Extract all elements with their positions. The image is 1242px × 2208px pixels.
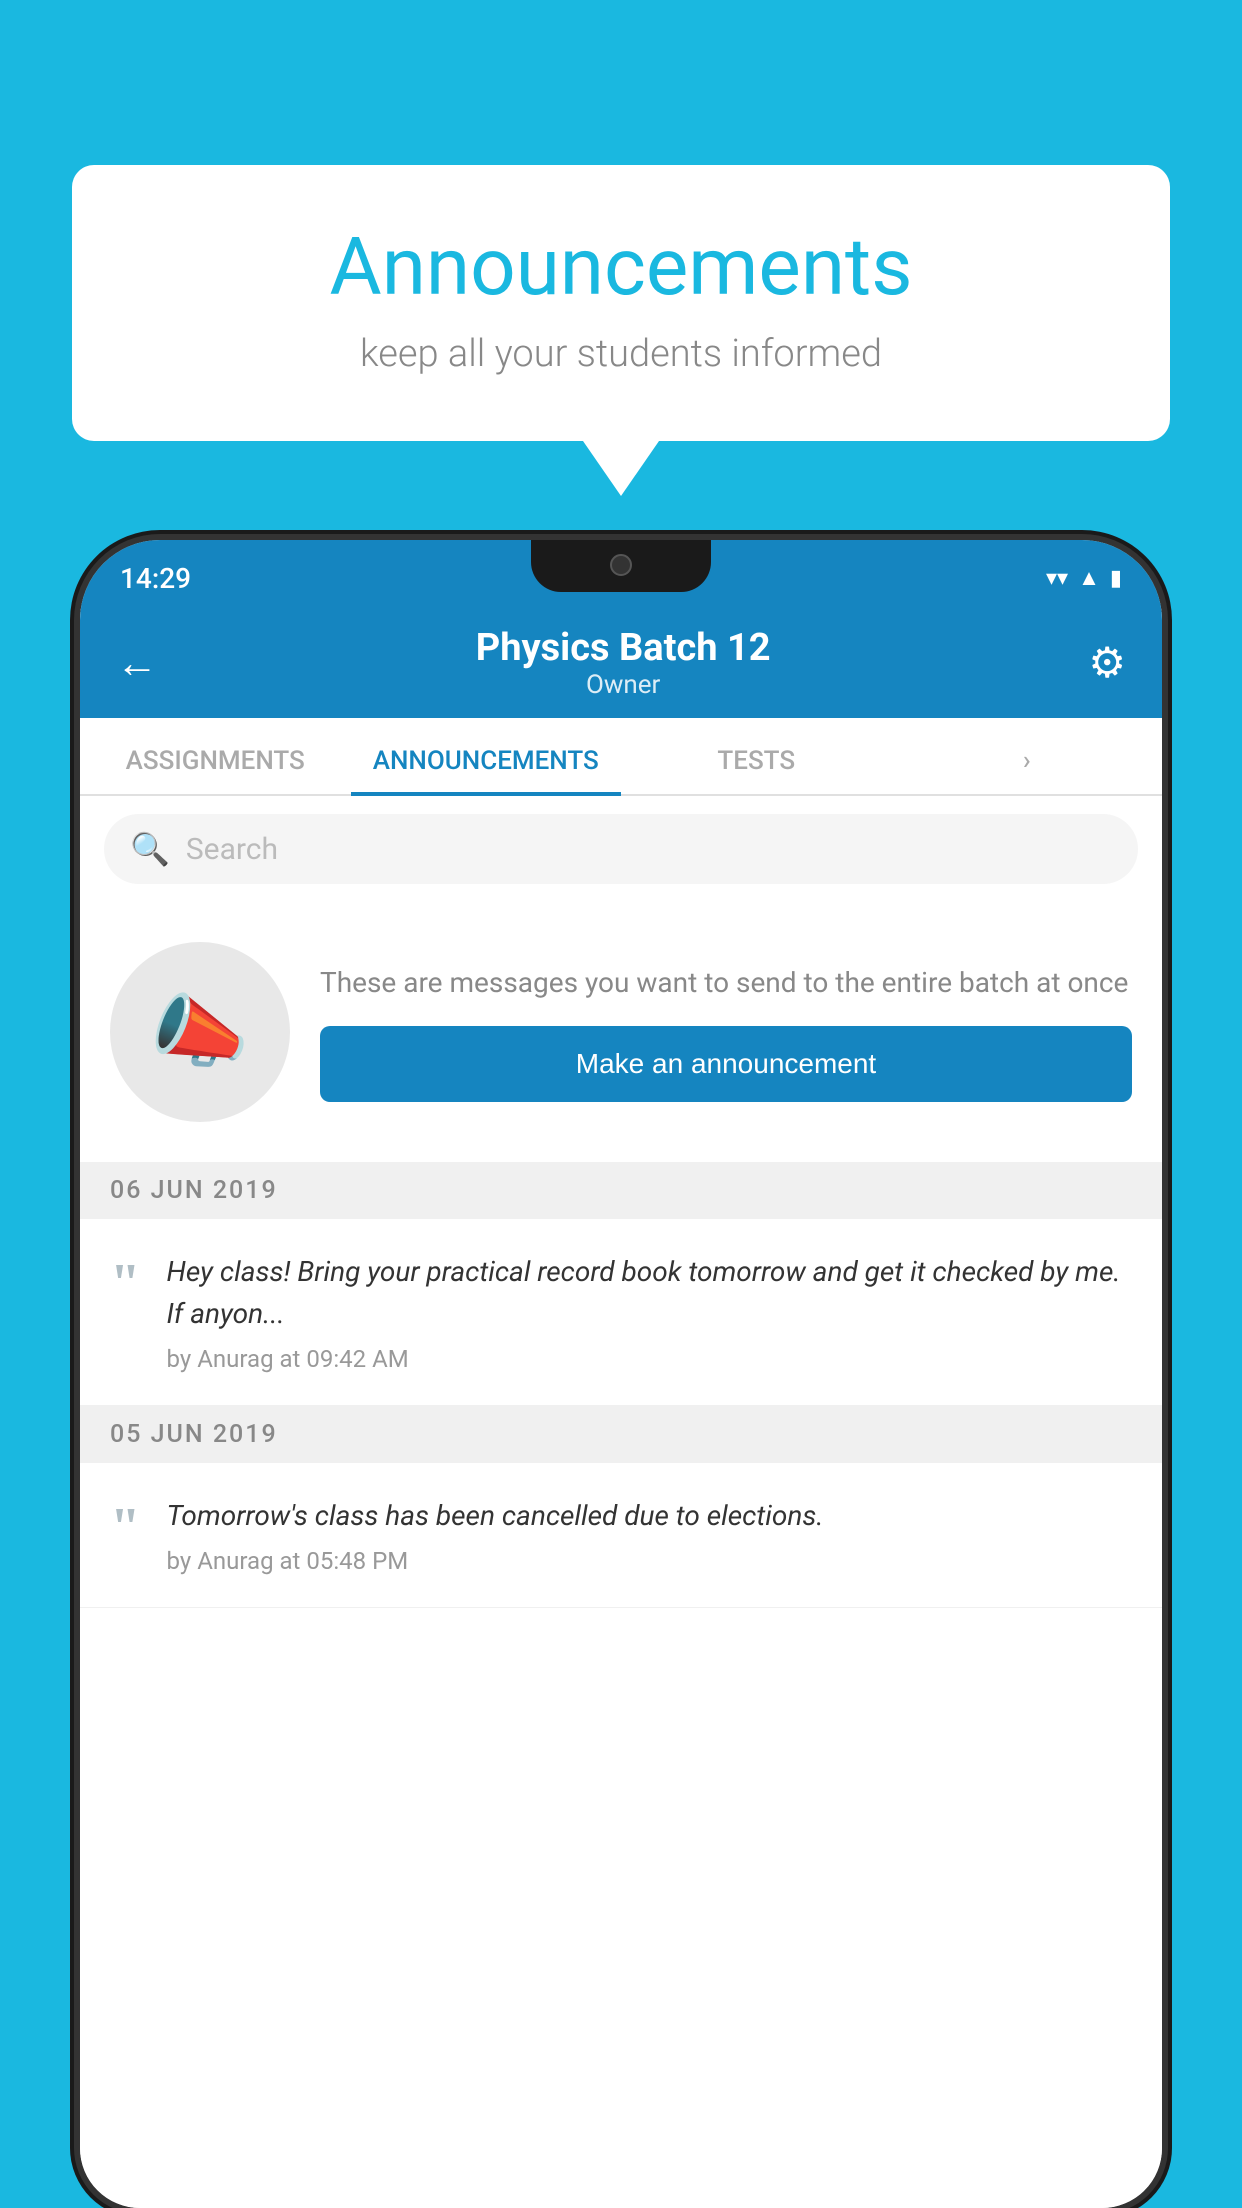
signal-icon: ▲ — [1078, 565, 1100, 591]
announcement-text-area-1: Hey class! Bring your practical record b… — [167, 1251, 1132, 1373]
back-button[interactable]: ← — [116, 639, 158, 688]
phone-inner: 14:29 ▾▾ ▲ ▮ ← Physics Batch 12 Owner ⚙ … — [80, 540, 1162, 2208]
date-divider-1: 06 JUN 2019 — [80, 1162, 1162, 1219]
quote-icon-2: " — [110, 1499, 141, 1554]
phone-screen: ← Physics Batch 12 Owner ⚙ ASSIGNMENTS A… — [80, 608, 1162, 2208]
app-header: ← Physics Batch 12 Owner ⚙ — [80, 608, 1162, 718]
speech-bubble-subtitle: keep all your students informed — [132, 332, 1110, 376]
date-divider-2: 05 JUN 2019 — [80, 1406, 1162, 1463]
announcement-promo: 📣 These are messages you want to send to… — [80, 902, 1162, 1162]
speech-bubble-title: Announcements — [132, 220, 1110, 314]
tab-assignments[interactable]: ASSIGNMENTS — [80, 746, 351, 794]
speech-bubble: Announcements keep all your students inf… — [72, 165, 1170, 441]
content-scroll-area[interactable]: 🔍 Search 📣 These are messages you want t… — [80, 796, 1162, 2208]
tab-more[interactable]: › — [892, 746, 1163, 794]
settings-icon[interactable]: ⚙ — [1088, 638, 1126, 688]
header-owner-label: Owner — [158, 670, 1088, 700]
tab-tests[interactable]: TESTS — [621, 746, 892, 794]
tabs-bar: ASSIGNMENTS ANNOUNCEMENTS TESTS › — [80, 718, 1162, 796]
phone-notch — [531, 540, 711, 592]
promo-description: These are messages you want to send to t… — [320, 962, 1132, 1004]
announcement-meta-2: by Anurag at 05:48 PM — [167, 1547, 1132, 1575]
megaphone-circle: 📣 — [110, 942, 290, 1122]
phone-frame: 14:29 ▾▾ ▲ ▮ ← Physics Batch 12 Owner ⚙ … — [80, 540, 1162, 2208]
phone-camera — [610, 554, 632, 576]
status-time: 14:29 — [120, 562, 191, 595]
wifi-icon: ▾▾ — [1046, 566, 1068, 591]
announcement-item-2: " Tomorrow's class has been cancelled du… — [80, 1463, 1162, 1608]
tab-announcements[interactable]: ANNOUNCEMENTS — [351, 746, 622, 794]
announcement-text-area-2: Tomorrow's class has been cancelled due … — [167, 1495, 1132, 1575]
search-input-wrapper[interactable]: 🔍 Search — [104, 814, 1138, 884]
megaphone-icon: 📣 — [150, 985, 250, 1079]
speech-bubble-container: Announcements keep all your students inf… — [72, 165, 1170, 496]
search-icon: 🔍 — [130, 830, 170, 868]
announcement-meta-1: by Anurag at 09:42 AM — [167, 1345, 1132, 1373]
header-title-area: Physics Batch 12 Owner — [158, 626, 1088, 700]
search-placeholder: Search — [186, 832, 278, 867]
quote-icon-1: " — [110, 1255, 141, 1310]
announcement-item-1: " Hey class! Bring your practical record… — [80, 1219, 1162, 1406]
search-bar-container: 🔍 Search — [80, 796, 1162, 902]
status-icons: ▾▾ ▲ ▮ — [1046, 565, 1122, 591]
header-batch-name: Physics Batch 12 — [158, 626, 1088, 670]
make-announcement-button[interactable]: Make an announcement — [320, 1026, 1132, 1102]
speech-bubble-arrow — [583, 441, 659, 496]
announcement-text-2: Tomorrow's class has been cancelled due … — [167, 1495, 1132, 1537]
battery-icon: ▮ — [1110, 566, 1122, 591]
announcement-text-1: Hey class! Bring your practical record b… — [167, 1251, 1132, 1335]
promo-right: These are messages you want to send to t… — [320, 962, 1132, 1102]
